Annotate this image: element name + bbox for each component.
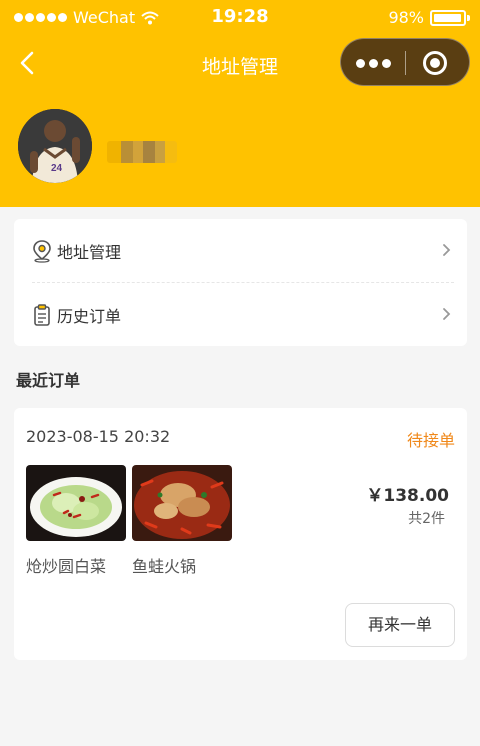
status-right: 98%: [388, 8, 470, 27]
avatar[interactable]: 24: [18, 109, 92, 183]
username-blurred: [107, 141, 177, 163]
menu-item-label: 历史订单: [57, 307, 122, 326]
menu-card: 地址管理 历史订单: [14, 219, 467, 346]
dish-image: [26, 465, 126, 541]
location-pin-icon: [33, 240, 51, 263]
order-status: 待接单: [406, 431, 455, 450]
reorder-button[interactable]: 再来一单: [345, 603, 455, 647]
menu-item-label: 地址管理: [57, 243, 122, 262]
dish-name: 炝炒圆白菜: [26, 557, 107, 576]
clipboard-icon: [34, 304, 50, 326]
order-price: ￥138.00: [366, 486, 449, 506]
dish-image: [132, 465, 232, 541]
order-card[interactable]: 2023-08-15 20:32 待接单 炝炒圆白菜 鱼蛙火锅 ￥138.00: [14, 408, 467, 660]
status-bar: WeChat 19:28 98%: [0, 0, 480, 36]
order-item-count: 共2件: [408, 511, 445, 527]
menu-item-order-history[interactable]: 历史订单: [14, 283, 467, 346]
capsule-divider: [405, 51, 406, 75]
more-dots-icon: [355, 58, 365, 68]
chevron-right-icon: [443, 308, 451, 320]
menu-item-address[interactable]: 地址管理: [14, 219, 467, 282]
svg-text:24: 24: [51, 163, 63, 174]
dish-item: 鱼蛙火锅: [132, 465, 232, 577]
profile-header: WeChat 19:28 98% 地址管理 24: [0, 0, 480, 207]
recent-orders-title: 最近订单: [16, 371, 81, 390]
battery-fill: [434, 13, 462, 22]
capsule-more-button[interactable]: [341, 39, 405, 87]
mini-program-capsule: [340, 38, 470, 86]
dish-name: 鱼蛙火锅: [132, 557, 197, 576]
avatar-photo: 24: [18, 109, 92, 183]
capsule-close-button[interactable]: [423, 51, 447, 75]
chevron-right-icon: [443, 244, 451, 256]
battery-percent: 98%: [388, 8, 424, 27]
dish-item: 炝炒圆白菜: [26, 465, 126, 577]
order-time: 2023-08-15 20:32: [26, 427, 171, 446]
battery-icon: [430, 9, 470, 26]
